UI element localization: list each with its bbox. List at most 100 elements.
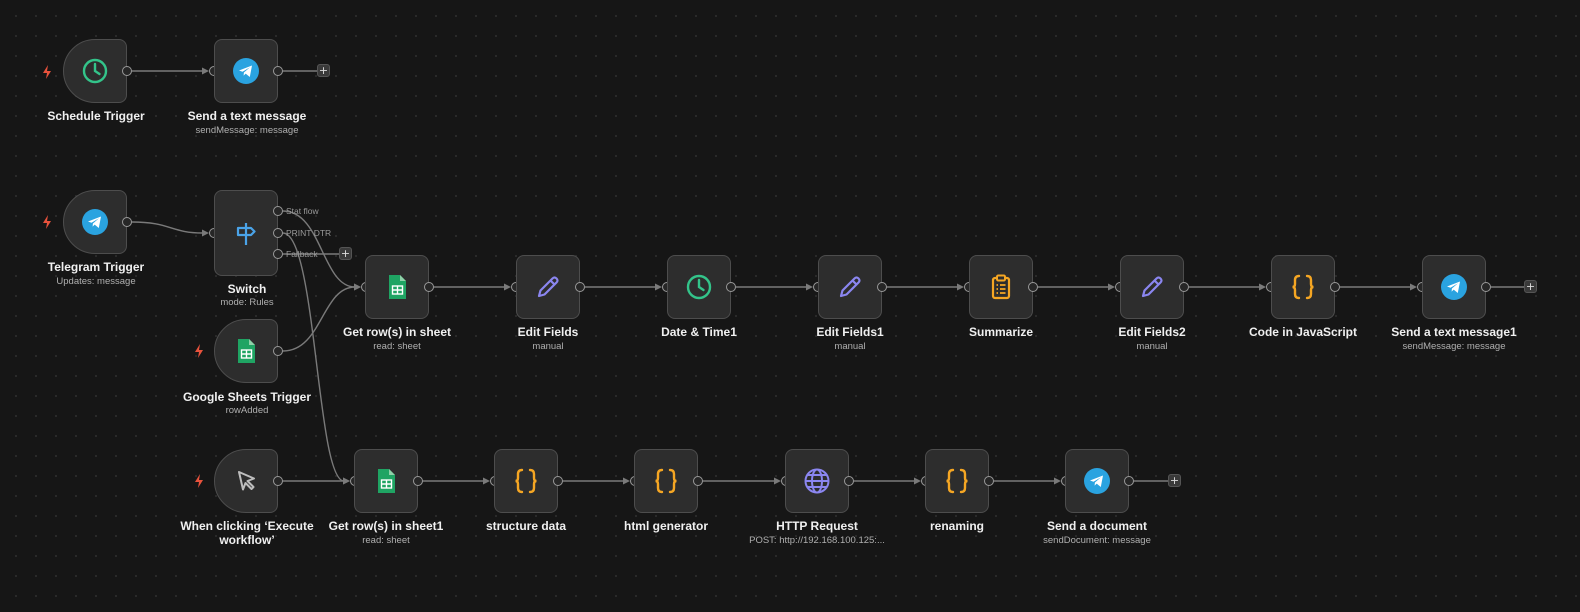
trigger-bolt-icon [194,344,204,358]
edge-arrowhead [504,283,511,291]
edge-arrowhead [1108,283,1115,291]
output-port[interactable] [413,476,423,486]
switch-output-label: Fallback [286,249,318,259]
node-send-text-message1[interactable] [1422,255,1486,319]
node-telegram-trigger[interactable] [63,190,127,254]
node-manual-trigger[interactable] [214,449,278,513]
edge-arrowhead [343,477,350,485]
edge-arrowhead [774,477,781,485]
edge-arrowhead [354,283,361,291]
add-node-button[interactable]: + [1168,474,1181,487]
node-edit-fields1[interactable] [818,255,882,319]
output-port[interactable] [1330,282,1340,292]
pencil-icon [1141,276,1163,298]
pencil-icon [537,276,559,298]
edge-arrowhead [914,477,921,485]
node-get-rows-in-sheet1[interactable] [354,449,418,513]
edge-arrowhead [806,283,813,291]
output-port[interactable] [877,282,887,292]
node-label: Send a document [1046,519,1147,533]
switch-output-port[interactable] [273,228,283,238]
switch-output-label: PRINT DTR [286,228,332,238]
node-label: Date & Time1 [661,325,737,339]
pencil-icon [839,276,861,298]
node-subtitle: Updates: message [56,276,136,287]
node-renaming[interactable] [925,449,989,513]
output-port[interactable] [122,217,132,227]
node-structure-data[interactable] [494,449,558,513]
switch-output-label: Stat flow [286,206,319,216]
telegram-icon [1084,468,1110,494]
node-subtitle: sendMessage: message [1402,341,1506,352]
edge-arrowhead [1259,283,1266,291]
add-node-button[interactable]: + [317,64,330,77]
edge-arrowhead [483,477,490,485]
telegram-icon [82,209,108,235]
edge-arrowhead [655,283,662,291]
output-port[interactable] [273,346,283,356]
cursor-icon [238,471,255,491]
node-http-request[interactable] [785,449,849,513]
node-subtitle: rowAdded [225,405,269,416]
output-port[interactable] [1028,282,1038,292]
switch-output-port[interactable] [273,206,283,216]
telegram-icon [233,58,259,84]
node-label: Send a text message1 [1391,325,1517,339]
trigger-bolt-icon [42,65,52,79]
node-subtitle: sendMessage: message [195,125,299,136]
node-label: Code in JavaScript [1248,325,1358,339]
node-html-generator[interactable] [634,449,698,513]
node-send-document[interactable] [1065,449,1129,513]
node-switch[interactable] [214,190,278,276]
add-node-button[interactable]: + [1524,280,1537,293]
workflow-canvas[interactable]: Schedule Trigger + Send a text message s… [0,0,1580,612]
output-port[interactable] [122,66,132,76]
signpost-icon [236,223,256,245]
output-port[interactable] [1179,282,1189,292]
edge-arrowhead [1054,477,1061,485]
edge-arrowhead [1410,283,1417,291]
node-subtitle: manual [834,341,866,352]
node-label: html generator [623,519,708,533]
output-port[interactable] [984,476,994,486]
output-port[interactable] [726,282,736,292]
braces-icon [1292,274,1314,300]
trigger-bolt-icon [42,215,52,229]
node-schedule-trigger[interactable] [63,39,127,103]
node-label: Edit Fields1 [816,325,884,339]
switch-output-port[interactable] [273,249,283,259]
node-label: Edit Fields2 [1118,325,1186,339]
edge-arrowhead [623,477,630,485]
output-port[interactable] [693,476,703,486]
sheets-icon [238,339,255,363]
output-port[interactable] [273,66,283,76]
node-edit-fields2[interactable] [1120,255,1184,319]
output-port[interactable] [844,476,854,486]
clock-icon [82,58,108,84]
node-label: Google Sheets Trigger [182,390,312,404]
output-port[interactable] [1124,476,1134,486]
node-label: Summarize [968,325,1034,339]
connection-edge[interactable] [282,232,345,482]
node-subtitle: manual [1136,341,1168,352]
node-edit-fields[interactable] [516,255,580,319]
add-node-button[interactable]: + [339,247,352,260]
node-code-in-javascript[interactable] [1271,255,1335,319]
edge-arrowhead [343,477,350,485]
node-send-text-message[interactable] [214,39,278,103]
connection-edge[interactable] [131,221,204,234]
output-port[interactable] [273,476,283,486]
output-port[interactable] [1481,282,1491,292]
output-port[interactable] [424,282,434,292]
node-date-time[interactable] [667,255,731,319]
globe-icon [804,468,830,494]
sheets-icon [389,275,406,299]
node-google-sheets-trigger[interactable] [214,319,278,383]
node-get-rows-in-sheet[interactable] [365,255,429,319]
sheets-icon [378,469,395,493]
node-label: Switch [227,282,267,296]
node-subtitle: read: sheet [362,535,410,546]
node-summarize[interactable] [969,255,1033,319]
output-port[interactable] [575,282,585,292]
output-port[interactable] [553,476,563,486]
